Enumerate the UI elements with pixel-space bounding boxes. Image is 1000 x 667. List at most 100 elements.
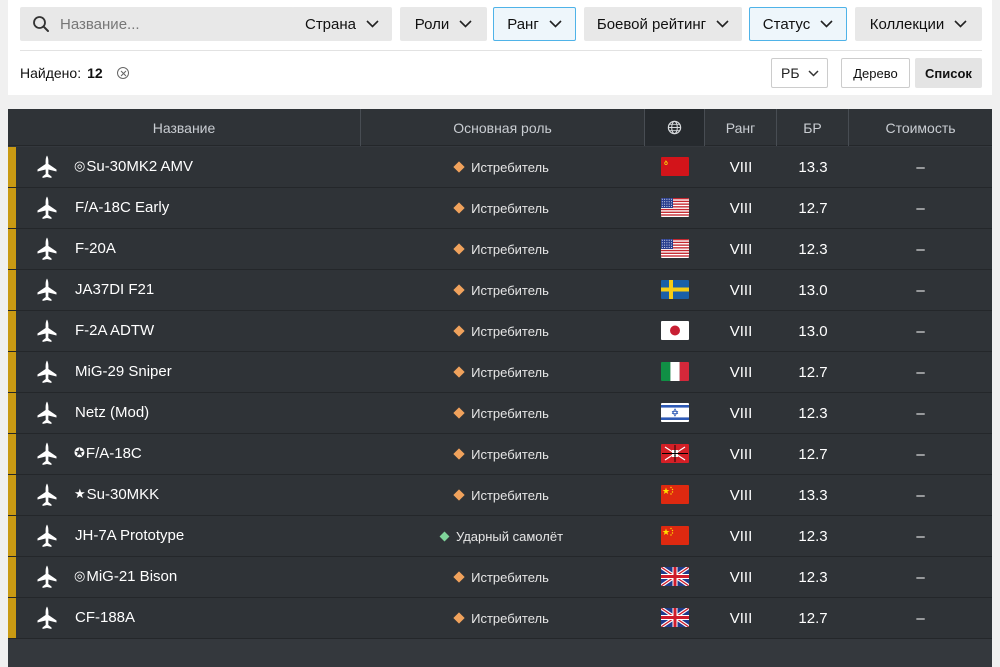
- role-diamond-icon: [453, 489, 465, 501]
- vehicle-cost: –: [916, 363, 925, 381]
- vehicle-rank: VIII: [729, 322, 753, 340]
- vehicle-name[interactable]: F-2A ADTW: [74, 311, 154, 351]
- uk-flag-icon: [661, 567, 689, 586]
- vehicle-prefix-icon: ◎: [74, 568, 86, 583]
- uk-flag-icon: [661, 608, 689, 627]
- vehicle-rank: VIII: [729, 609, 753, 627]
- vehicle-name[interactable]: ★ Su-30MKK: [74, 475, 159, 515]
- role-diamond-icon: [453, 407, 465, 419]
- column-header-cost[interactable]: Стоимость: [849, 109, 992, 146]
- column-header-br[interactable]: БР: [777, 109, 849, 146]
- vehicle-role-text: Истребитель: [471, 323, 549, 339]
- vehicle-rank: VIII: [729, 363, 753, 381]
- vehicle-br: 12.3: [798, 240, 828, 258]
- table-row[interactable]: ★ Su-30MKK Истребитель VIII 13.3 –: [8, 475, 992, 516]
- vehicle-name[interactable]: Netz (Mod): [74, 393, 149, 433]
- vehicle-name-text: Su-30MK2 AMV: [86, 158, 194, 175]
- vehicle-name-text: MiG-29 Sniper: [75, 363, 172, 380]
- vehicle-cost: –: [916, 240, 925, 258]
- vehicle-br: 13.0: [798, 281, 828, 299]
- chevron-down-icon: [716, 20, 729, 28]
- vehicle-type-icon: [36, 565, 58, 594]
- filter-country-label: Страна: [304, 15, 356, 33]
- premium-marker: [8, 188, 16, 228]
- vehicle-name[interactable]: MiG-29 Sniper: [74, 352, 172, 392]
- premium-marker: [8, 434, 16, 474]
- vehicle-cost: –: [916, 609, 925, 627]
- tree-view-button[interactable]: Дерево: [841, 58, 910, 88]
- germany-flag-icon: [661, 444, 689, 463]
- usa-flag-icon: [661, 239, 689, 258]
- vehicle-br: 13.3: [798, 158, 828, 176]
- vehicle-cost: –: [916, 568, 925, 586]
- jet-plane-icon: [37, 155, 57, 178]
- role-diamond-icon: [453, 325, 465, 337]
- search-box[interactable]: [20, 7, 294, 41]
- role-diamond-icon: [453, 161, 465, 173]
- vehicle-role: Истребитель: [360, 147, 644, 187]
- vehicle-name[interactable]: ✪ F/A-18C: [74, 434, 142, 474]
- vehicle-name[interactable]: F/A-18C Early: [74, 188, 169, 228]
- role-diamond-icon: [453, 284, 465, 296]
- column-header-rank[interactable]: Ранг: [705, 109, 777, 146]
- filter-battle-rating-button[interactable]: Боевой рейтинг: [584, 7, 742, 41]
- japan-flag-icon: [661, 321, 689, 340]
- vehicle-name[interactable]: ◎ MiG-21 Bison: [74, 557, 177, 597]
- filter-collections-button[interactable]: Коллекции: [855, 7, 982, 41]
- column-header-role[interactable]: Основная роль: [361, 109, 645, 146]
- table-row[interactable]: F-20A Истребитель VIII 12.3 –: [8, 229, 992, 270]
- table-row[interactable]: ◎ MiG-21 Bison Истребитель VIII 12.3 –: [8, 557, 992, 598]
- vehicle-name[interactable]: JA37DI F21: [74, 270, 154, 310]
- role-diamond-icon: [453, 202, 465, 214]
- filter-roles-button[interactable]: Роли: [400, 7, 487, 41]
- vehicle-prefix-icon: ✪: [74, 445, 85, 460]
- vehicle-br: 12.7: [798, 609, 828, 627]
- vehicle-role-text: Истребитель: [471, 405, 549, 421]
- vehicle-role-text: Ударный самолёт: [455, 528, 564, 544]
- column-header-country[interactable]: [645, 109, 705, 146]
- vehicle-type-icon: [36, 237, 58, 266]
- vehicle-name-text: F-20A: [75, 240, 116, 257]
- jet-plane-icon: [37, 565, 57, 588]
- jet-plane-icon: [37, 360, 57, 383]
- jet-plane-icon: [37, 319, 57, 342]
- table-row[interactable]: JA37DI F21 Истребитель VIII 13.0 –: [8, 270, 992, 311]
- vehicle-type-icon: [36, 155, 58, 184]
- italy-flag-icon: [661, 362, 689, 381]
- chevron-down-icon: [808, 69, 819, 77]
- jet-plane-icon: [37, 278, 57, 301]
- clear-filters-icon[interactable]: [116, 67, 129, 79]
- search-input[interactable]: [60, 15, 270, 33]
- vehicle-name[interactable]: ◎ Su-30MK2 AMV: [74, 147, 193, 187]
- jet-plane-icon: [37, 196, 57, 219]
- vehicle-name[interactable]: JH-7A Prototype: [74, 516, 184, 556]
- vehicle-rank: VIII: [729, 281, 753, 299]
- filter-status-button[interactable]: Статус: [749, 7, 847, 41]
- vehicle-name[interactable]: F-20A: [74, 229, 116, 269]
- usa-flag-icon: [661, 198, 689, 217]
- vehicle-br: 12.3: [798, 527, 828, 545]
- column-header-name[interactable]: Название: [8, 109, 361, 146]
- vehicle-name[interactable]: CF-188A: [74, 598, 135, 638]
- filter-country-button[interactable]: Страна: [292, 7, 392, 41]
- israel-flag-icon: [661, 403, 689, 422]
- vehicle-type-icon: [36, 606, 58, 635]
- table-row[interactable]: ✪ F/A-18C Истребитель VIII 12.7 –: [8, 434, 992, 475]
- list-view-button[interactable]: Список: [915, 58, 982, 88]
- table-row[interactable]: Netz (Mod) Истребитель VIII 12.3 –: [8, 393, 992, 434]
- table-row[interactable]: F/A-18C Early Истребитель VIII 12.7 –: [8, 188, 992, 229]
- table-row[interactable]: F-2A ADTW Истребитель VIII 13.0 –: [8, 311, 992, 352]
- filter-rank-button[interactable]: Ранг: [493, 7, 576, 41]
- vehicle-role: Истребитель: [360, 311, 644, 351]
- table-row[interactable]: JH-7A Prototype Ударный самолёт VIII 12.3 –: [8, 516, 992, 557]
- premium-marker: [8, 393, 16, 433]
- vehicle-role: Истребитель: [360, 188, 644, 228]
- table-row[interactable]: CF-188A Истребитель VIII 12.7 –: [8, 598, 992, 639]
- role-diamond-icon: [453, 243, 465, 255]
- vehicle-name-text: JA37DI F21: [75, 281, 155, 298]
- vehicle-role-text: Истребитель: [471, 159, 549, 175]
- game-mode-select[interactable]: РБ: [771, 58, 828, 88]
- table-row[interactable]: ◎ Su-30MK2 AMV Истребитель VIII 13.3 –: [8, 147, 992, 188]
- table-row[interactable]: MiG-29 Sniper Истребитель VIII 12.7 –: [8, 352, 992, 393]
- globe-icon: [667, 120, 682, 135]
